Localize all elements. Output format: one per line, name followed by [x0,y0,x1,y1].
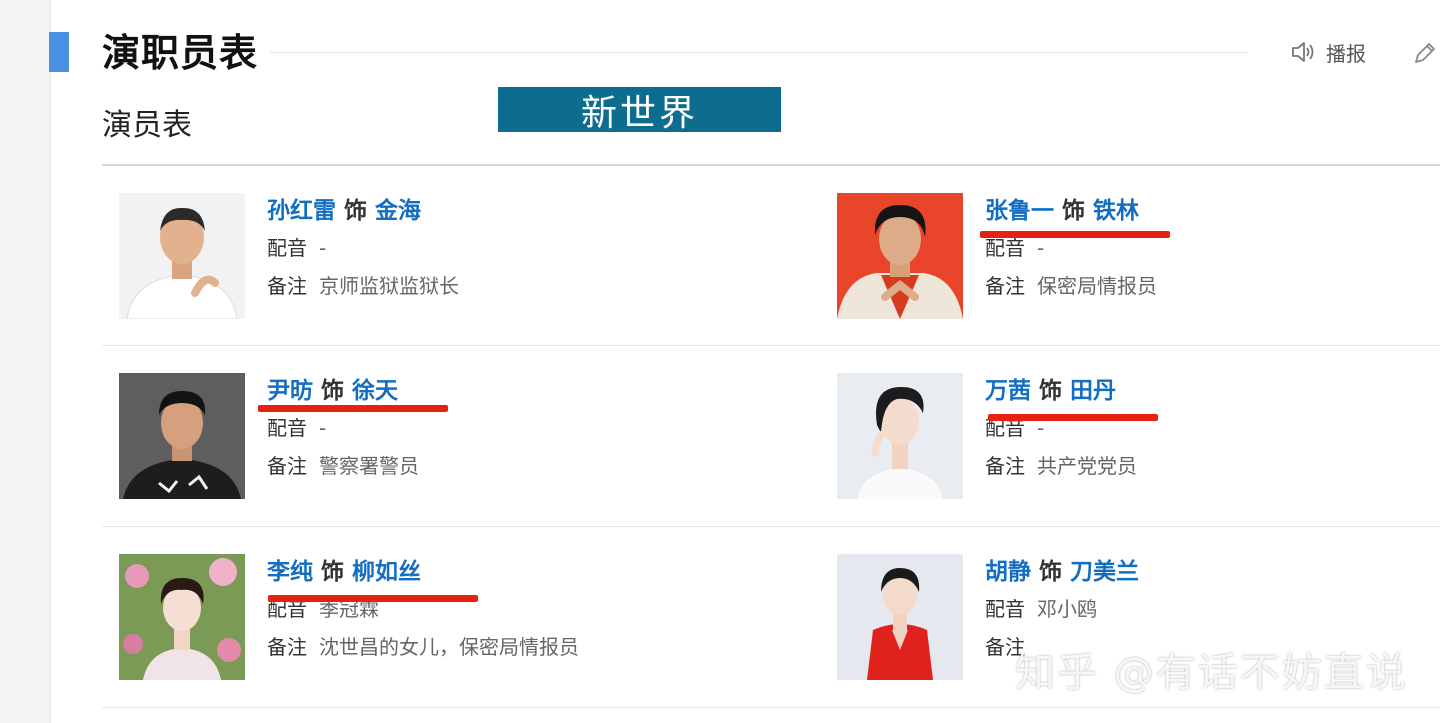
actor-name-link[interactable]: 万茜 [985,378,1031,404]
voice-value: 邓小鸥 [1037,597,1097,621]
voice-label: 配音 [267,416,307,440]
note-value: 沈世昌的女儿，保密局情报员 [319,635,579,659]
cast-item: 尹昉饰徐天 配音 - 备注 警察署警员 [119,373,679,503]
actor-photo[interactable] [119,373,245,499]
note-row: 备注 沈世昌的女儿，保密局情报员 [267,628,579,666]
note-row: 备注 共产党党员 [985,447,1137,485]
note-row: 备注 警察署警员 [267,447,419,485]
cast-item: 李纯饰柳如丝 配音 季冠霖 备注 沈世昌的女儿，保密局情报员 [119,554,679,684]
note-label: 备注 [985,454,1025,478]
note-label: 备注 [267,454,307,478]
actor-photo[interactable] [837,373,963,499]
note-label: 备注 [985,274,1025,298]
voice-label: 配音 [985,236,1025,260]
page-title: 演职员表 [102,31,259,75]
note-label: 备注 [267,274,307,298]
row-divider [102,707,1440,708]
voice-value: - [319,416,327,440]
note-value: 警察署警员 [319,454,419,478]
voice-value: - [319,236,327,260]
actor-name-link[interactable]: 尹昉 [267,378,313,404]
left-rail [0,0,51,723]
act-word: 饰 [1039,378,1062,404]
act-word: 饰 [1039,559,1062,585]
actor-photo[interactable] [837,554,963,680]
voice-label: 配音 [267,236,307,260]
actor-photo[interactable] [119,193,245,319]
cast-name-line: 张鲁一饰铁林 [985,193,1157,229]
cast-item: 万茜饰田丹 配音 - 备注 共产党党员 [837,373,1397,503]
act-word: 饰 [344,198,367,224]
red-annotation-underline [258,405,448,412]
cast-name-line: 李纯饰柳如丝 [267,554,579,590]
actor-name-link[interactable]: 孙红雷 [267,198,336,224]
row-divider [102,345,1440,346]
title-divider [270,52,1248,53]
act-word: 饰 [321,559,344,585]
red-annotation-underline [980,231,1170,238]
actor-name-link[interactable]: 张鲁一 [985,198,1054,224]
section-accent-bar [49,32,69,72]
cast-name-line: 尹昉饰徐天 [267,373,419,409]
zhihu-watermark: 知乎 @有话不妨直说 [1015,650,1408,696]
note-value: 京师监狱监狱长 [319,274,459,298]
act-word: 饰 [1062,198,1085,224]
row-divider [102,526,1440,527]
role-name-link[interactable]: 刀美兰 [1070,559,1139,585]
note-value: 保密局情报员 [1037,274,1157,298]
pencil-icon[interactable] [1412,40,1438,66]
play-label: 播报 [1326,41,1366,66]
voice-label: 配音 [985,597,1025,621]
voice-row: 配音 邓小鸥 [985,590,1139,628]
cast-name-line: 胡静饰刀美兰 [985,554,1139,590]
role-name-link[interactable]: 金海 [375,198,421,224]
actor-photo[interactable] [119,554,245,680]
note-row: 备注 保密局情报员 [985,267,1157,305]
act-word: 饰 [321,378,344,404]
speaker-icon [1292,42,1314,62]
role-name-link[interactable]: 徐天 [352,378,398,404]
note-label: 备注 [267,635,307,659]
red-annotation-underline [988,414,1158,421]
cast-name-line: 孙红雷饰金海 [267,193,459,229]
role-name-link[interactable]: 铁林 [1093,198,1139,224]
show-title-banner: 新世界 [498,87,781,134]
actor-name-link[interactable]: 李纯 [267,559,313,585]
cast-item: 孙红雷饰金海 配音 - 备注 京师监狱监狱长 [119,193,679,323]
note-row: 备注 京师监狱监狱长 [267,267,459,305]
actor-name-link[interactable]: 胡静 [985,559,1031,585]
voice-row: 配音 - [267,409,419,447]
cast-header-divider [102,164,1440,166]
red-annotation-underline [268,595,478,602]
actor-photo[interactable] [837,193,963,319]
cast-section-title: 演员表 [102,108,192,143]
cast-name-line: 万茜饰田丹 [985,373,1137,409]
role-name-link[interactable]: 田丹 [1070,378,1116,404]
role-name-link[interactable]: 柳如丝 [352,559,421,585]
play-audio-button[interactable]: 播报 [1290,38,1366,66]
voice-row: 配音 - [267,229,459,267]
note-value: 共产党党员 [1037,454,1137,478]
cast-item: 张鲁一饰铁林 配音 - 备注 保密局情报员 [837,193,1397,323]
voice-value: - [1037,236,1045,260]
